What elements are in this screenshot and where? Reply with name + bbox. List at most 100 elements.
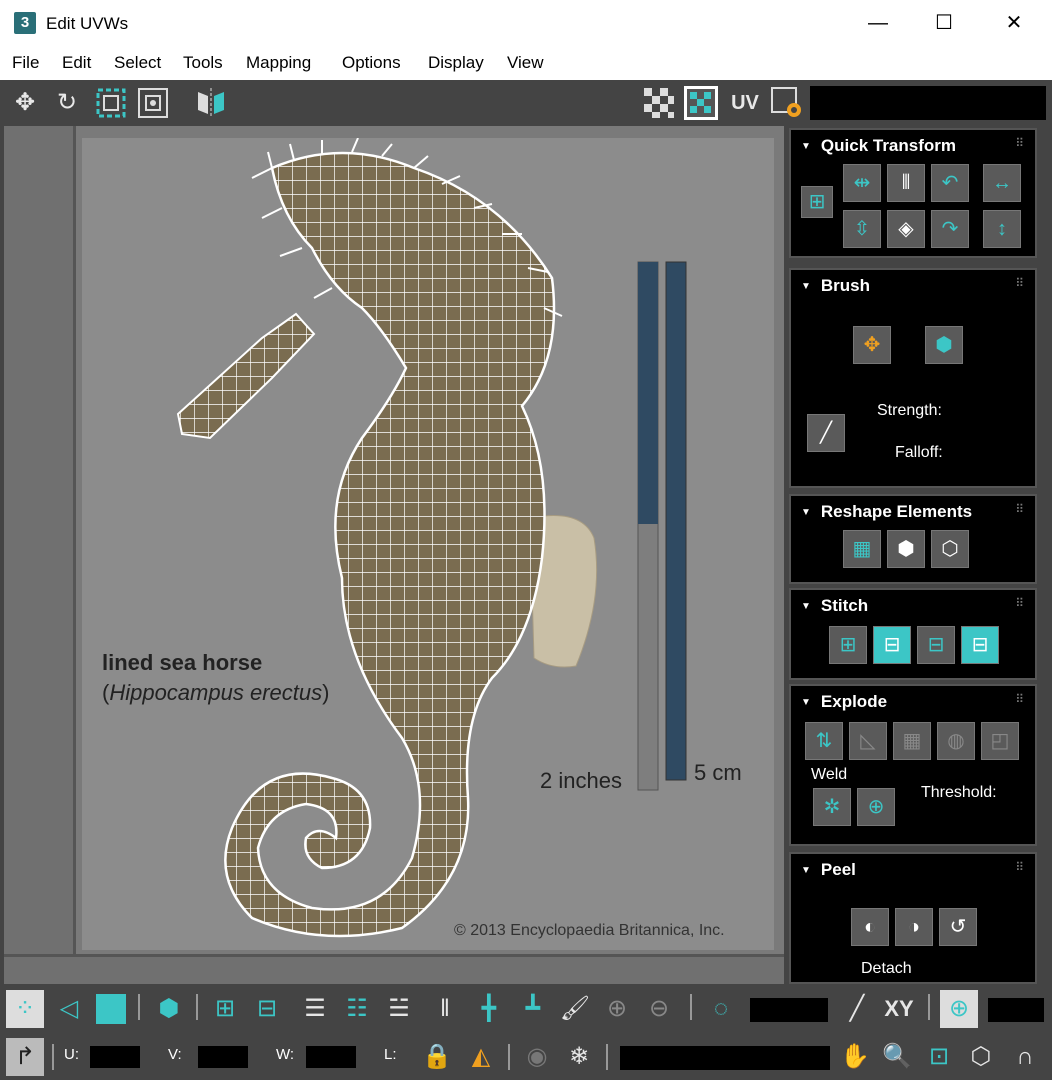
grip-icon[interactable]: ⠿ — [1015, 136, 1025, 150]
freeform-icon[interactable] — [136, 86, 170, 120]
element-mode-icon[interactable]: ⬢ — [150, 990, 188, 1028]
ring-shrink-icon[interactable]: ☱ — [380, 990, 418, 1028]
w-value-field[interactable] — [306, 1046, 356, 1068]
break-icon[interactable]: ⇅ — [805, 722, 843, 760]
menu-tools[interactable]: Tools — [183, 53, 223, 73]
loop-icon[interactable]: ‖ — [426, 990, 464, 1028]
xy-label[interactable]: XY — [880, 990, 918, 1028]
relax-brush-icon[interactable]: ⬢ — [925, 326, 963, 364]
rotate-cw-icon[interactable]: ↷ — [931, 210, 969, 248]
rollout-title[interactable]: Quick Transform — [801, 136, 956, 156]
rotate-icon[interactable]: ↻ — [50, 86, 84, 120]
rollout-title[interactable]: Reshape Elements — [801, 502, 972, 522]
axis-icon[interactable]: ↱ — [6, 1038, 44, 1076]
paint-select-icon[interactable]: 🖌 — [556, 990, 594, 1028]
soft-selection-value[interactable] — [750, 998, 828, 1022]
explode-grid-icon[interactable]: ▦ — [893, 722, 931, 760]
grip-icon[interactable]: ⠿ — [1015, 502, 1025, 516]
zoom-extents-icon[interactable]: ⬡ — [962, 1038, 1000, 1076]
maximize-button[interactable]: ☐ — [924, 8, 964, 38]
weld-selected-icon[interactable]: ✲ — [813, 788, 851, 826]
v-value-field[interactable] — [198, 1046, 248, 1068]
scale-icon[interactable] — [94, 86, 128, 120]
weld-target-icon[interactable]: ⊕ — [857, 788, 895, 826]
align-vertical-icon[interactable]: ⇳ — [843, 210, 881, 248]
element-dropdown[interactable] — [620, 1046, 830, 1070]
u-value-field[interactable] — [90, 1046, 140, 1068]
menu-options[interactable]: Options — [342, 53, 401, 73]
divider — [508, 1044, 510, 1070]
close-button[interactable]: ✕ — [994, 8, 1034, 38]
stitch-average-icon[interactable]: ⊟ — [917, 626, 955, 664]
rollout-title[interactable]: Brush — [801, 276, 870, 296]
space-vertical-icon[interactable]: ↕ — [983, 210, 1021, 248]
stitch-to-target-icon[interactable]: ⊟ — [961, 626, 999, 664]
edge-distance-icon[interactable]: ╱ — [838, 990, 876, 1028]
quick-peel-icon[interactable]: ◐ — [851, 908, 889, 946]
snap-icon[interactable]: ∩ — [1006, 1038, 1044, 1076]
pan-icon[interactable]: ✋ — [836, 1038, 874, 1076]
hide-icon[interactable]: ◉ — [518, 1038, 556, 1076]
vertex-mode-icon[interactable]: ⁘ — [6, 990, 44, 1028]
minimize-button[interactable]: — — [858, 8, 898, 38]
loop-shrink-icon[interactable]: ┻ — [514, 990, 552, 1028]
soft-selection-icon[interactable]: ◌ — [702, 990, 740, 1028]
uv-canvas[interactable]: lined sea horse (Hippocampus erectus) 2 … — [82, 137, 774, 950]
explode-by-angle-icon[interactable]: ◺ — [849, 722, 887, 760]
shrink-selection-icon[interactable]: ⊟ — [248, 990, 286, 1028]
toolbar-dropdown[interactable] — [810, 86, 1046, 120]
add-pivot-icon[interactable]: ⊞ — [801, 186, 833, 218]
paint-shrink-icon[interactable]: ⊖ — [640, 990, 678, 1028]
menu-mapping[interactable]: Mapping — [246, 53, 311, 73]
paint-move-icon[interactable]: ✥ — [853, 326, 891, 364]
zoom-region-icon[interactable]: ⊡ — [920, 1038, 958, 1076]
explode-checker-icon[interactable]: ◍ — [937, 722, 975, 760]
edge-mode-icon[interactable]: ◁ — [50, 990, 88, 1028]
relax-icon[interactable]: ⬢ — [887, 530, 925, 568]
menu-edit[interactable]: Edit — [62, 53, 91, 73]
peel-mode-icon[interactable]: ◑ — [895, 908, 933, 946]
grip-icon[interactable]: ⠿ — [1015, 596, 1025, 610]
straighten-selection-icon[interactable]: ▦ — [843, 530, 881, 568]
space-horizontal-icon[interactable]: ↔ — [983, 164, 1021, 202]
rollout-title[interactable]: Peel — [801, 860, 856, 880]
mirror-icon[interactable] — [194, 86, 228, 120]
stitch-to-source-icon[interactable]: ⊟ — [873, 626, 911, 664]
rollout-title[interactable]: Explode — [801, 692, 887, 712]
select-by-smooth-icon[interactable]: ⊕ — [940, 990, 978, 1028]
menu-file[interactable]: File — [12, 53, 39, 73]
ring-icon[interactable]: ☰ — [296, 990, 334, 1028]
uv-toggle[interactable]: UV — [728, 86, 762, 120]
grip-icon[interactable]: ⠿ — [1015, 860, 1025, 874]
relax-settings-icon[interactable]: ⬡ — [931, 530, 969, 568]
grip-icon[interactable]: ⠿ — [1015, 692, 1025, 706]
menu-display[interactable]: Display — [428, 53, 484, 73]
ring-grow-icon[interactable]: ☷ — [338, 990, 376, 1028]
rotate-ccw-icon[interactable]: ↶ — [931, 164, 969, 202]
move-icon[interactable]: ✥ — [8, 86, 42, 120]
stitch-custom-icon[interactable]: ⊞ — [829, 626, 867, 664]
reset-peel-icon[interactable]: ↺ — [939, 908, 977, 946]
menu-view[interactable]: View — [507, 53, 544, 73]
grow-selection-icon[interactable]: ⊞ — [206, 990, 244, 1028]
settings-icon[interactable] — [770, 86, 804, 120]
paint-grow-icon[interactable]: ⊕ — [598, 990, 636, 1028]
lock-icon[interactable]: 🔒 — [418, 1038, 456, 1076]
loop-grow-icon[interactable]: ╋ — [470, 990, 508, 1028]
straighten-icon[interactable]: ⦀ — [887, 164, 925, 202]
checker-pattern-icon[interactable] — [642, 86, 676, 120]
texture-checker-icon[interactable] — [684, 86, 718, 120]
face-mode-icon[interactable] — [92, 990, 130, 1028]
explode-frame-icon[interactable]: ◰ — [981, 722, 1019, 760]
brush-line-icon[interactable]: ╱ — [807, 414, 845, 452]
menu-select[interactable]: Select — [114, 53, 161, 73]
grip-icon[interactable]: ⠿ — [1015, 276, 1025, 290]
smooth-group-value[interactable] — [988, 998, 1044, 1022]
freeze-icon[interactable]: ❄ — [560, 1038, 598, 1076]
rollout-title[interactable]: Stitch — [801, 596, 868, 616]
align-to-edge-icon[interactable]: ◈ — [887, 210, 925, 248]
filter-icon[interactable]: ◭ — [462, 1038, 500, 1076]
zoom-icon[interactable]: 🔍 — [878, 1038, 916, 1076]
align-horizontal-icon[interactable]: ⇹ — [843, 164, 881, 202]
uv-viewport[interactable]: lined sea horse (Hippocampus erectus) 2 … — [4, 126, 784, 984]
